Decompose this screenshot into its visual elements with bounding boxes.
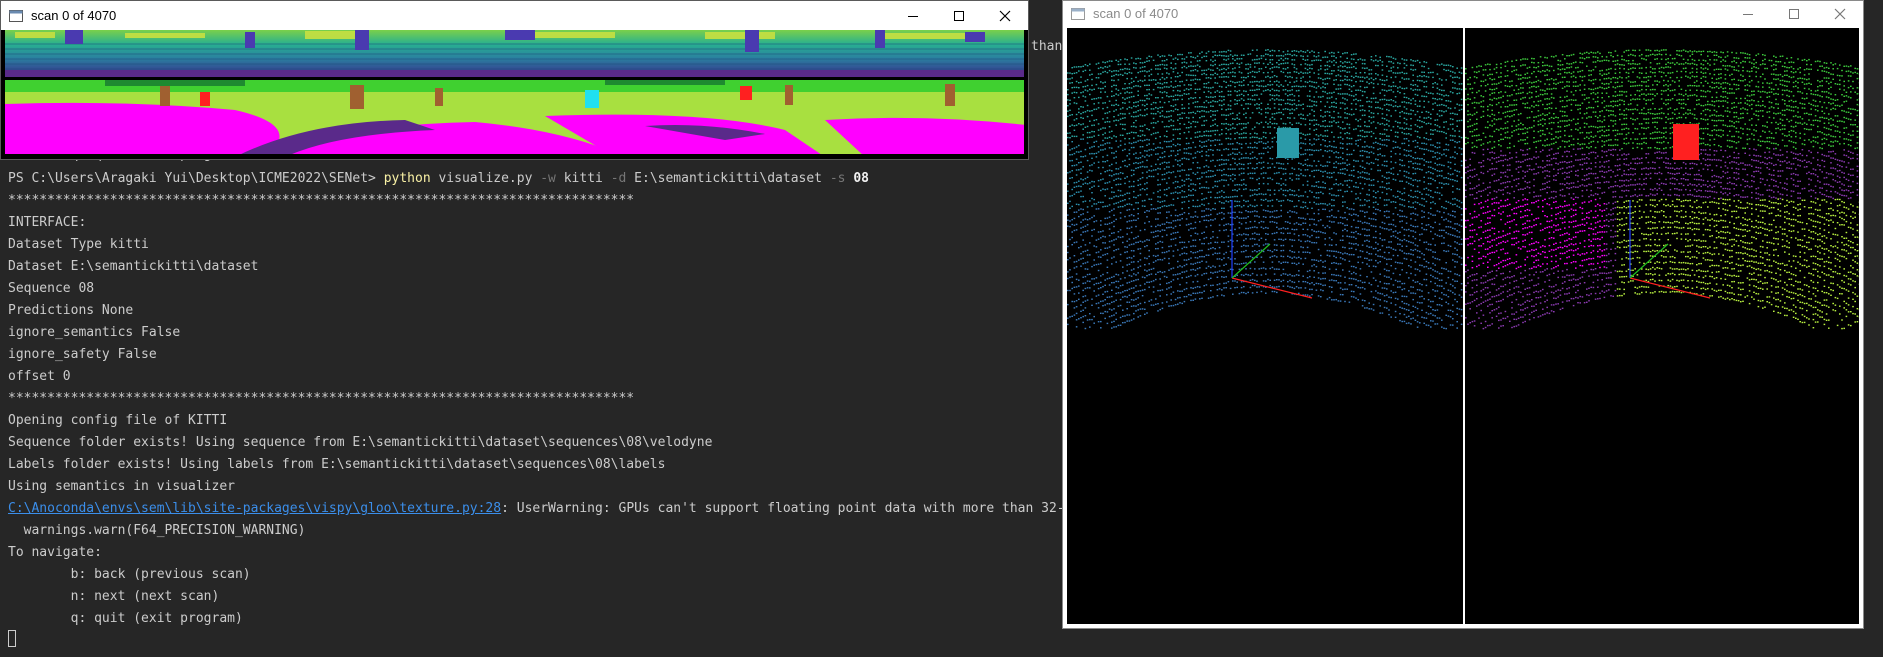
terminal-line: ignore_safety False bbox=[8, 346, 157, 364]
app-window-icon bbox=[9, 9, 23, 22]
app-window-icon bbox=[1071, 7, 1085, 20]
terminal-line: Dataset E:\semantickitti\dataset bbox=[8, 258, 258, 276]
range-window-titlebar[interactable]: scan 0 of 4070 bbox=[1, 1, 1028, 30]
terminal-line: n: next (next scan) bbox=[8, 588, 220, 606]
close-button[interactable] bbox=[982, 1, 1028, 30]
minimize-button[interactable] bbox=[890, 1, 936, 30]
maximize-icon bbox=[954, 10, 964, 21]
point-cloud-canvas[interactable] bbox=[1067, 28, 1859, 624]
window-title: scan 0 of 4070 bbox=[1093, 6, 1179, 21]
terminal-line: To navigate: bbox=[8, 544, 102, 562]
terminal-text: -d bbox=[610, 171, 627, 186]
terminal-line: Labels folder exists! Using labels from … bbox=[8, 456, 665, 474]
terminal-line: q: quit (exit program) bbox=[8, 610, 243, 628]
terminal-text: -w bbox=[540, 171, 556, 186]
terminal-text: kitti bbox=[555, 171, 611, 186]
terminal-text: To navigate: bbox=[8, 545, 102, 560]
terminal-text: ****************************************… bbox=[8, 193, 635, 208]
terminal-text: -s bbox=[829, 171, 846, 186]
terminal-text: Sequence 08 bbox=[8, 281, 95, 296]
terminal-text: ****************************************… bbox=[8, 391, 635, 406]
pointcloud-window-titlebar[interactable]: scan 0 of 4070 bbox=[1063, 1, 1863, 26]
terminal-cursor bbox=[8, 630, 16, 647]
maximize-button[interactable] bbox=[936, 1, 982, 30]
range-images bbox=[5, 30, 1024, 155]
file-link[interactable]: C:\Anoconda\envs\sem\lib\site-packages\v… bbox=[8, 501, 501, 516]
minimize-icon bbox=[908, 15, 918, 17]
window-title: scan 0 of 4070 bbox=[31, 8, 117, 23]
close-button[interactable] bbox=[1817, 1, 1863, 26]
terminal-text: offset 0 bbox=[8, 369, 71, 384]
terminal-text: n: next (next scan) bbox=[8, 589, 220, 604]
terminal-text: ignore_semantics False bbox=[8, 325, 181, 340]
terminal-line: Dataset Type kitti bbox=[8, 236, 149, 254]
terminal-overflow-text: than bbox=[1031, 39, 1063, 54]
terminal-text: ignore_safety False bbox=[8, 347, 157, 362]
terminal-text: Using semantics in visualizer bbox=[8, 479, 235, 494]
terminal-text: E:\semantickitti\dataset bbox=[626, 171, 830, 186]
terminal-text: visualize.py bbox=[430, 171, 541, 186]
terminal-text: Predictions None bbox=[8, 303, 134, 318]
terminal-text: warnings.warn(F64_PRECISION_WARNING) bbox=[8, 523, 306, 538]
point-cloud-window[interactable]: scan 0 of 4070 bbox=[1062, 0, 1864, 629]
terminal-line: Predictions None bbox=[8, 302, 133, 320]
terminal-line: ****************************************… bbox=[8, 390, 634, 408]
terminal-line: ignore_semantics False bbox=[8, 324, 180, 342]
terminal-text: Dataset E:\semantickitti\dataset bbox=[8, 259, 259, 274]
terminal-line: b: back (previous scan) bbox=[8, 566, 251, 584]
terminal-line: INTERFACE: bbox=[8, 214, 86, 232]
terminal-text: Sequence folder exists! Using sequence f… bbox=[8, 435, 713, 450]
terminal-text: 08 bbox=[853, 171, 869, 186]
terminal-text: : UserWarning: GPUs can't support floati… bbox=[501, 501, 1062, 516]
maximize-icon bbox=[1789, 8, 1799, 19]
terminal-text: q: quit (exit program) bbox=[8, 611, 243, 626]
terminal-line: offset 0 bbox=[8, 368, 71, 386]
terminal-line: C:\Anoconda\envs\sem\lib\site-packages\v… bbox=[8, 500, 1062, 518]
terminal-text: b: back (previous scan) bbox=[8, 567, 251, 582]
point-cloud-views bbox=[1067, 28, 1859, 624]
close-icon bbox=[1834, 8, 1846, 19]
terminal-text: python bbox=[383, 171, 431, 186]
terminal-text: Opening config file of KITTI bbox=[8, 413, 228, 428]
terminal-line: Opening config file of KITTI bbox=[8, 412, 227, 430]
terminal-line: Using semantics in visualizer bbox=[8, 478, 235, 496]
minimize-button[interactable] bbox=[1725, 1, 1771, 26]
terminal-line: ****************************************… bbox=[8, 192, 634, 210]
minimize-icon bbox=[1743, 13, 1753, 15]
terminal-line: Sequence 08 bbox=[8, 280, 94, 298]
terminal-line: Sequence folder exists! Using sequence f… bbox=[8, 434, 712, 452]
terminal-line: PS C:\Users\Aragaki Yui\Desktop\ICME2022… bbox=[8, 170, 869, 188]
terminal-text: PS C:\Users\Aragaki Yui\Desktop\ICME2022… bbox=[8, 171, 384, 186]
terminal-text: INTERFACE: bbox=[8, 215, 87, 230]
terminal-line: warnings.warn(F64_PRECISION_WARNING) bbox=[8, 522, 306, 540]
range-image-window[interactable]: scan 0 of 4070 bbox=[0, 0, 1029, 160]
maximize-button[interactable] bbox=[1771, 1, 1817, 26]
terminal-text: Labels folder exists! Using labels from … bbox=[8, 457, 666, 472]
terminal-text: Dataset Type kitti bbox=[8, 237, 149, 252]
close-icon bbox=[999, 10, 1011, 21]
range-image-canvas[interactable] bbox=[5, 30, 1024, 155]
